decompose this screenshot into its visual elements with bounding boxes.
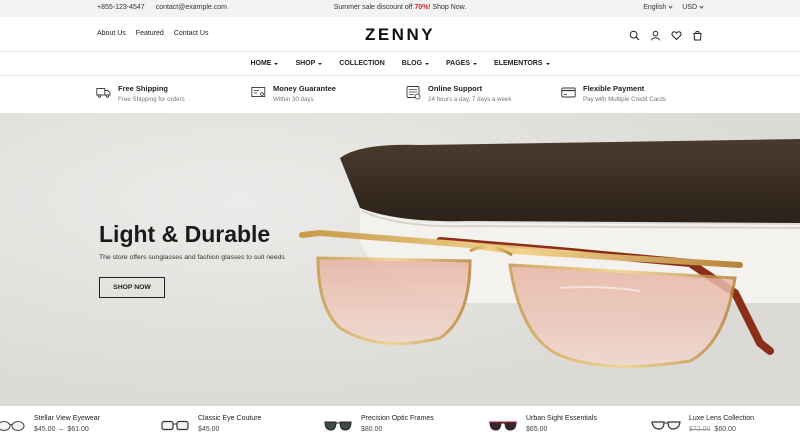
glasses-thumbnail	[651, 421, 681, 430]
feature-subtitle: Free Shipping for orders	[118, 96, 185, 103]
language-label: English	[643, 4, 667, 11]
product-card[interactable]: Urban Sight Essentials $65.00	[488, 415, 597, 434]
product-old-price: $72.00	[689, 426, 711, 433]
nav-item-collection[interactable]: COLLECTION	[339, 60, 385, 67]
glasses-thumbnail	[0, 421, 25, 431]
product-name: Urban Sight Essentials	[526, 415, 597, 422]
caret-down-icon	[274, 62, 279, 65]
currency-label: USD	[682, 4, 697, 11]
product-name: Classic Eye Couture	[198, 415, 262, 422]
language-selector[interactable]: English	[643, 4, 673, 11]
chevron-down-icon	[668, 4, 673, 9]
wishlist-icon[interactable]	[671, 28, 682, 41]
site-logo[interactable]: ZENNY	[350, 25, 450, 43]
feature-money-guarantee: Money Guarantee Within 30 days	[251, 84, 336, 103]
promo-cta: ! Shop Now.	[428, 4, 467, 11]
feature-online-support: Online Support 24 hours a day, 7 days a w…	[406, 84, 511, 103]
top-bar: +855-123-4547 contact@example.com Summer…	[0, 0, 800, 17]
product-price: $80.00	[361, 426, 383, 433]
caret-down-icon	[545, 62, 550, 65]
chevron-down-icon	[699, 4, 704, 9]
product-card[interactable]: Precision Optic Frames $80.00	[323, 415, 434, 434]
nav-label: HOME	[250, 60, 272, 67]
caret-down-icon	[425, 62, 430, 65]
product-price-max: $61.00	[67, 426, 89, 433]
search-icon[interactable]	[629, 28, 640, 41]
main-nav: HOME SHOP COLLECTION BLOG PAGES ELEMENTO…	[0, 52, 800, 76]
product-card[interactable]: Classic Eye Couture $45.00	[160, 415, 261, 434]
promo-percent: 70%	[414, 4, 429, 11]
shop-now-button[interactable]: SHOP NOW	[99, 277, 165, 298]
account-icon[interactable]	[650, 28, 661, 41]
glasses-thumbnail	[324, 421, 352, 431]
nav-item-blog[interactable]: BLOG	[401, 60, 430, 67]
features-bar: Free Shipping Free Shipping for orders Mo…	[0, 76, 800, 113]
nav-label: PAGES	[446, 60, 471, 67]
nav-item-shop[interactable]: SHOP	[295, 60, 323, 67]
header-link-featured[interactable]: Featured	[136, 30, 164, 37]
nav-label: ELEMENTORS	[494, 60, 543, 67]
caret-down-icon	[318, 62, 323, 65]
feature-title: Online Support	[428, 84, 483, 93]
price-separator: –	[59, 426, 64, 433]
product-card[interactable]: Luxe Lens Collection $72.00 $60.00	[651, 415, 754, 434]
logo-text: ZENNY	[365, 25, 435, 43]
product-name: Luxe Lens Collection	[689, 415, 754, 422]
product-card[interactable]: Stellar View Eyewear $45.00– $61.00	[0, 415, 100, 434]
hero-banner: Light & Durable The store offers sunglas…	[0, 113, 800, 406]
glasses-thumbnail	[161, 420, 189, 431]
header-link-about[interactable]: About Us	[97, 30, 126, 37]
product-price: $45.00	[34, 426, 56, 433]
promo-text: Summer sale discount off	[333, 4, 415, 11]
product-strip: Stellar View Eyewear $45.00– $61.00 Class…	[0, 406, 800, 444]
header-link-contact[interactable]: Contact Us	[174, 30, 209, 37]
nav-item-home[interactable]: HOME	[250, 60, 279, 67]
caret-down-icon	[473, 62, 478, 65]
feature-title: Free Shipping	[118, 84, 169, 93]
nav-item-elementors[interactable]: ELEMENTORS	[494, 60, 550, 67]
site-header: About Us Featured Contact Us ZENNY 0	[0, 17, 800, 68]
product-price: $65.00	[526, 426, 548, 433]
hero-title: Light & Durable	[99, 221, 271, 247]
feature-flexible-payment: Flexible Payment Pay with Multiple Credit…	[561, 84, 666, 103]
support-icon	[406, 86, 421, 100]
feature-subtitle: 24 hours a day, 7 days a week	[428, 96, 512, 103]
product-name: Precision Optic Frames	[361, 415, 434, 422]
nav-label: SHOP	[295, 60, 316, 67]
glasses-thumbnail	[489, 421, 517, 431]
hero-subtitle: The store offers sunglasses and fashion …	[99, 254, 285, 261]
product-price: $45.00	[198, 426, 220, 433]
product-name: Stellar View Eyewear	[34, 415, 101, 422]
feature-subtitle: Pay with Multiple Credit Cards	[583, 96, 666, 103]
cart-icon[interactable]: 0	[692, 28, 706, 68]
feature-subtitle: Within 30 days	[273, 96, 314, 103]
currency-selector[interactable]: USD	[682, 4, 704, 11]
card-icon	[561, 87, 576, 98]
nav-item-pages[interactable]: PAGES	[446, 60, 478, 67]
nav-label: BLOG	[401, 60, 423, 67]
money-icon	[251, 87, 266, 97]
feature-title: Money Guarantee	[273, 84, 336, 93]
feature-title: Flexible Payment	[583, 84, 645, 93]
product-price: $60.00	[714, 426, 736, 433]
nav-label: COLLECTION	[339, 60, 385, 67]
truck-icon	[96, 88, 111, 98]
feature-free-shipping: Free Shipping Free Shipping for orders	[96, 84, 185, 103]
